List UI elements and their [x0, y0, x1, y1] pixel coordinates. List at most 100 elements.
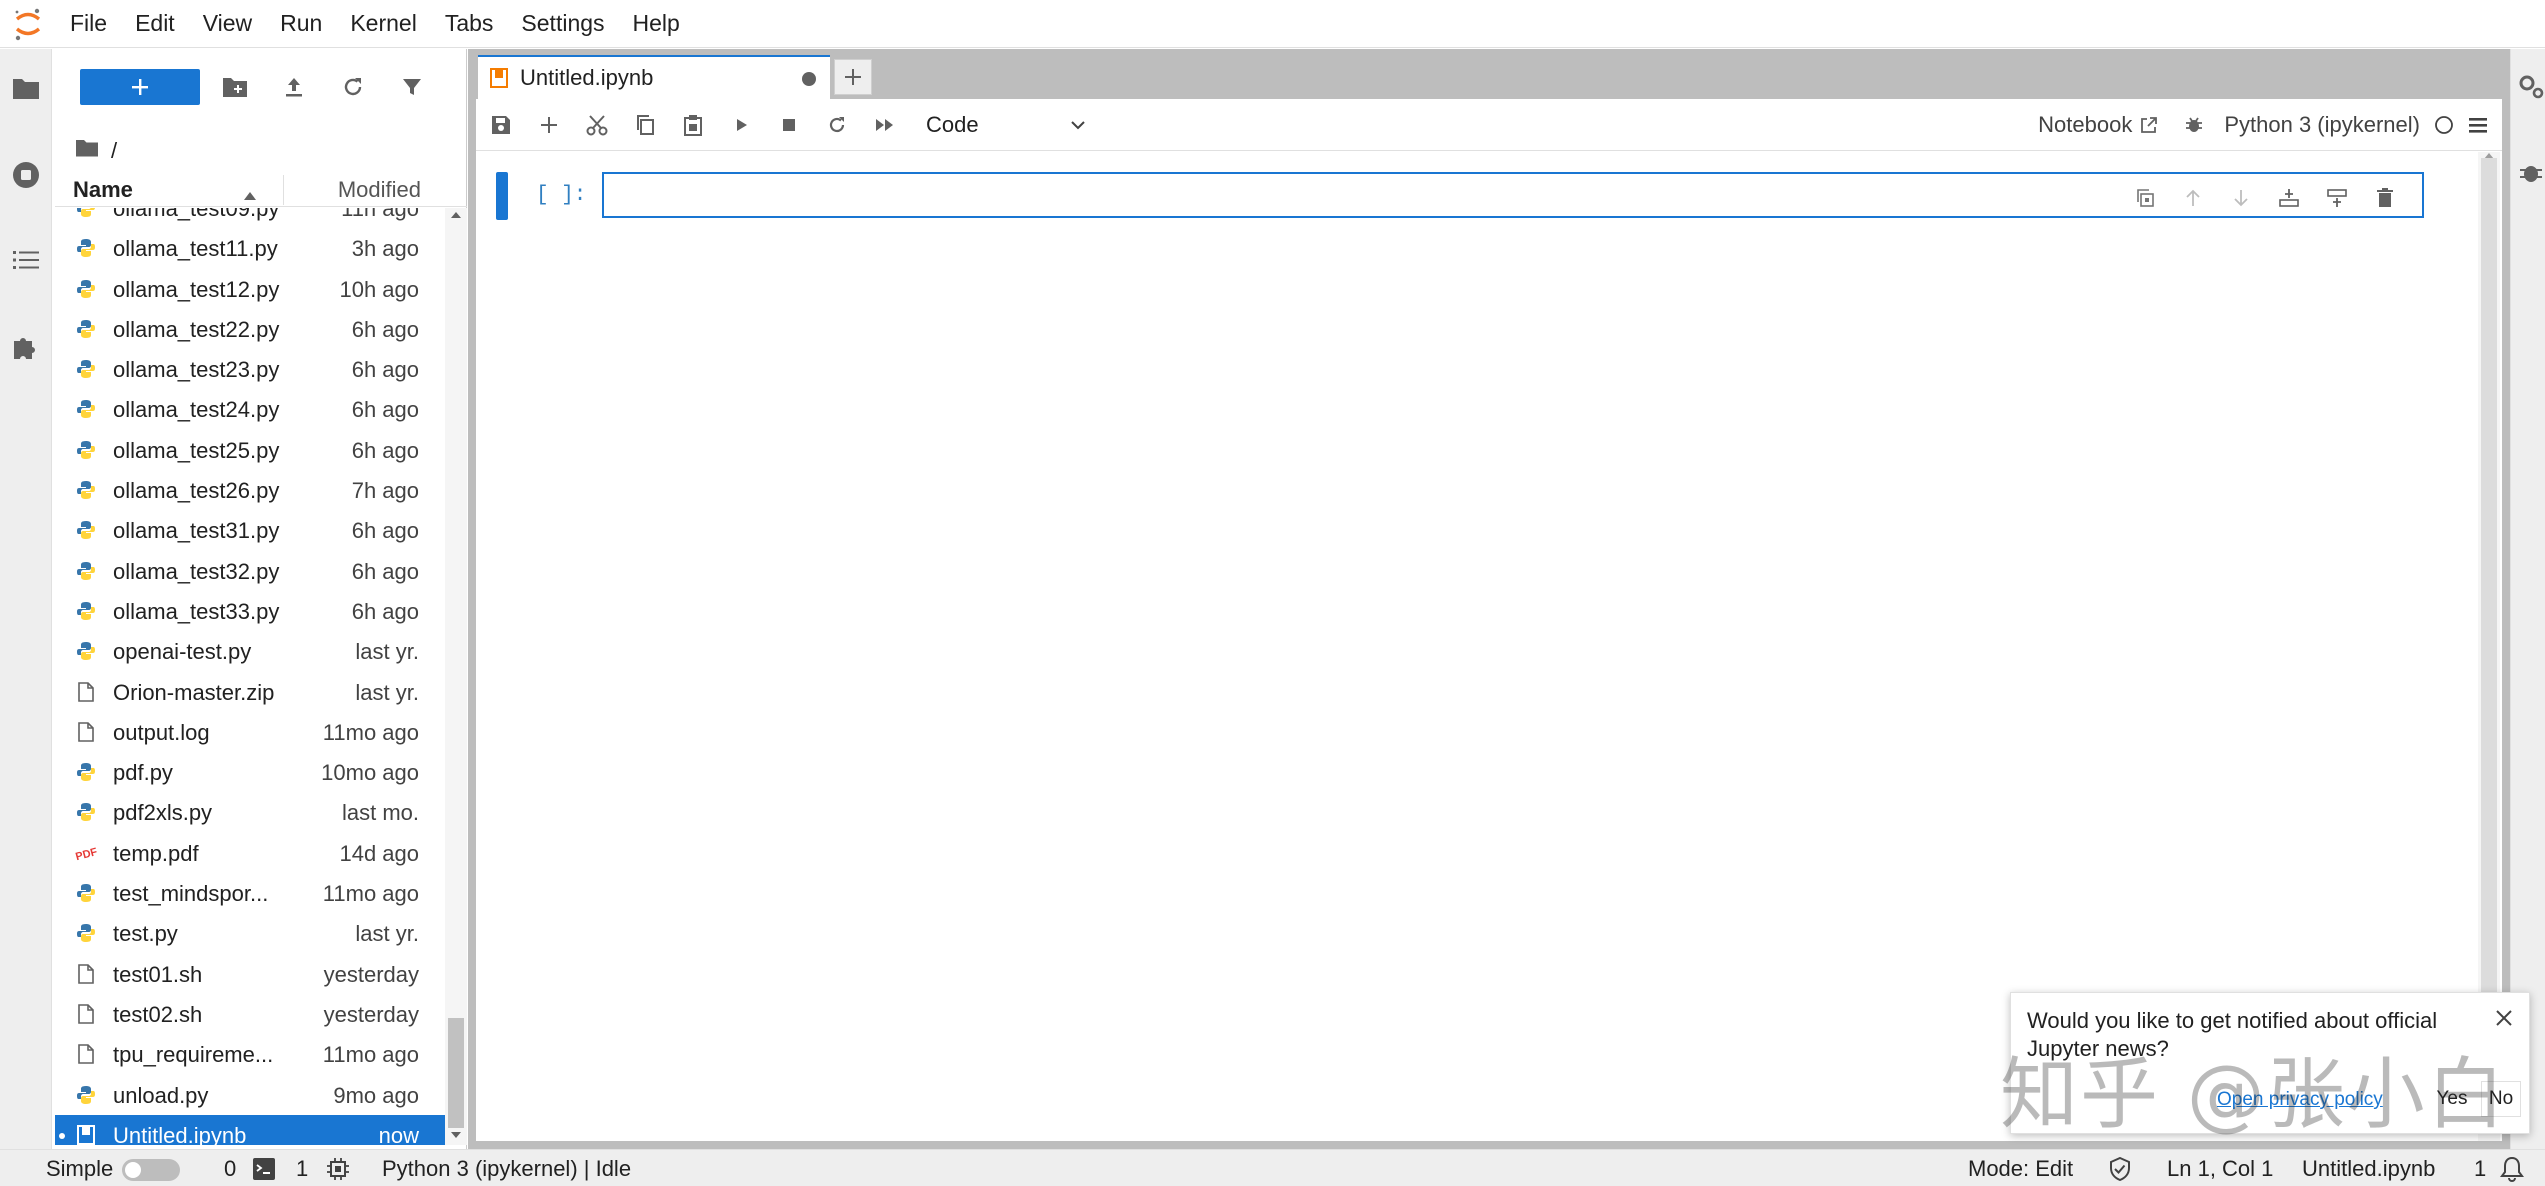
main-dock-area: Untitled.ipynb Code Notebook Python 3 (i…	[468, 49, 2510, 1149]
insert-cell-above-button[interactable]	[2274, 183, 2304, 213]
file-row[interactable]: ollama_test23.py 6h ago	[55, 349, 445, 389]
menu-edit[interactable]: Edit	[121, 0, 189, 48]
column-modified-header[interactable]: Modified	[338, 177, 421, 203]
extension-manager-icon[interactable]	[8, 329, 44, 365]
file-list-scrollbar[interactable]	[445, 208, 467, 1145]
move-cell-down-button[interactable]	[2226, 183, 2256, 213]
simple-mode-toggle[interactable]	[122, 1159, 180, 1181]
upload-button[interactable]	[277, 70, 311, 104]
file-name: test01.sh	[113, 961, 203, 987]
debugger-button[interactable]	[2184, 115, 2204, 135]
file-row[interactable]: pdf2xls.py last mo.	[55, 792, 445, 832]
status-bar: Simple 0 1 Python 3 (ipykernel) | Idle M…	[0, 1149, 2545, 1186]
mode-indicator[interactable]: Mode: Edit	[1968, 1156, 2073, 1182]
breadcrumb-folder-icon[interactable]	[75, 138, 99, 164]
upload-icon	[286, 78, 302, 97]
paste-button[interactable]	[676, 108, 710, 142]
file-list-scroll-thumb[interactable]	[448, 1018, 464, 1128]
menu-run[interactable]: Run	[266, 0, 336, 48]
scroll-up-icon[interactable]	[450, 210, 462, 220]
new-folder-button[interactable]	[218, 70, 252, 104]
table-of-contents-icon[interactable]	[8, 242, 44, 278]
file-row[interactable]: test01.sh yesterday	[55, 954, 445, 994]
new-tab-button[interactable]	[834, 59, 872, 95]
duplicate-cell-button[interactable]	[2130, 183, 2160, 213]
copy-button[interactable]	[628, 108, 662, 142]
restart-kernel-button[interactable]	[820, 108, 854, 142]
refresh-button[interactable]	[336, 70, 370, 104]
running-sessions-icon[interactable]	[8, 157, 44, 193]
file-row[interactable]: ollama_test24.py 6h ago	[55, 389, 445, 429]
unsaved-dot-icon[interactable]	[802, 72, 816, 86]
kernel-name-button[interactable]: Python 3 (ipykernel)	[2224, 112, 2420, 138]
menu-file[interactable]: File	[56, 0, 121, 48]
file-browser: / Name Modified ollama_test09.py 11h ago o…	[53, 49, 467, 1149]
file-row[interactable]: ollama_test09.py 11h ago	[55, 208, 445, 228]
python-file-icon	[75, 318, 97, 340]
delete-cell-button[interactable]	[2370, 183, 2400, 213]
cut-button[interactable]	[580, 108, 614, 142]
restart-run-all-button[interactable]	[868, 108, 902, 142]
file-row[interactable]: ollama_test31.py 6h ago	[55, 510, 445, 550]
breadcrumb-path[interactable]: /	[111, 138, 117, 164]
code-cell[interactable]: [ ]:	[496, 172, 2456, 220]
column-name-header[interactable]: Name	[73, 177, 133, 203]
file-row[interactable]: tpu_requireme... 11mo ago	[55, 1034, 445, 1074]
terminal-count[interactable]: 0	[224, 1156, 236, 1182]
file-modified: 6h ago	[351, 558, 419, 584]
cell-collapser[interactable]	[496, 172, 508, 220]
notebook-scroll-thumb[interactable]	[2481, 158, 2497, 1133]
file-row[interactable]: test_mindspor... 11mo ago	[55, 873, 445, 913]
file-row[interactable]: pdf.py 10mo ago	[55, 752, 445, 792]
menu-view[interactable]: View	[189, 0, 266, 48]
cell-editor[interactable]	[602, 172, 2424, 218]
insert-cell-below-button[interactable]	[2322, 183, 2352, 213]
file-row[interactable]: ollama_test22.py 6h ago	[55, 309, 445, 349]
new-folder-icon	[223, 78, 247, 97]
menu-tabs[interactable]: Tabs	[431, 0, 508, 48]
file-row[interactable]: openai-test.py last yr.	[55, 631, 445, 671]
insert-cell-button[interactable]	[532, 108, 566, 142]
interrupt-kernel-button[interactable]	[772, 108, 806, 142]
property-inspector-icon[interactable]	[2517, 73, 2545, 106]
file-row[interactable]: ollama_test11.py 3h ago	[55, 228, 445, 268]
file-row[interactable]: PDF temp.pdf 14d ago	[55, 833, 445, 873]
folder-icon[interactable]	[8, 70, 44, 106]
file-row[interactable]: test02.sh yesterday	[55, 994, 445, 1034]
filter-button[interactable]	[395, 70, 429, 104]
file-row[interactable]: ollama_test12.py 10h ago	[55, 269, 445, 309]
file-row[interactable]: ollama_test25.py 6h ago	[55, 430, 445, 470]
move-cell-up-button[interactable]	[2178, 183, 2208, 213]
bell-icon[interactable]	[2500, 1156, 2524, 1182]
file-row[interactable]: ollama_test33.py 6h ago	[55, 591, 445, 631]
save-button[interactable]	[484, 108, 518, 142]
run-cell-button[interactable]	[724, 108, 758, 142]
cursor-position[interactable]: Ln 1, Col 1	[2167, 1156, 2273, 1182]
tab-untitled-notebook[interactable]: Untitled.ipynb	[478, 55, 830, 99]
open-in-notebook-button[interactable]: Notebook	[2038, 112, 2158, 138]
file-row[interactable]: Orion-master.zip last yr.	[55, 672, 445, 712]
column-divider[interactable]	[283, 175, 284, 205]
file-row[interactable]: output.log 11mo ago	[55, 712, 445, 752]
debugger-panel-icon[interactable]	[2517, 159, 2545, 192]
file-row[interactable]: test.py last yr.	[55, 913, 445, 953]
menu-hamburger-icon[interactable]	[2468, 116, 2488, 134]
kernel-count[interactable]: 1	[296, 1156, 308, 1182]
file-name: test.py	[113, 921, 178, 947]
trusted-shield-icon[interactable]	[2108, 1157, 2132, 1181]
menu-settings[interactable]: Settings	[507, 0, 618, 48]
kernel-status[interactable]: Python 3 (ipykernel) | Idle	[382, 1156, 631, 1182]
file-name: tpu_requireme...	[113, 1042, 274, 1068]
menu-help[interactable]: Help	[619, 0, 694, 48]
paste-icon	[684, 115, 702, 136]
file-row[interactable]: ollama_test32.py 6h ago	[55, 551, 445, 591]
close-notification-button[interactable]	[2491, 1005, 2517, 1031]
menu-kernel[interactable]: Kernel	[336, 0, 430, 48]
cell-type-select[interactable]: Code	[926, 108, 1086, 142]
new-launcher-button[interactable]	[80, 69, 200, 105]
notification-count[interactable]: 1	[2474, 1156, 2486, 1182]
scroll-down-icon[interactable]	[450, 1130, 462, 1140]
file-row[interactable]: Untitled.ipynb now	[55, 1114, 445, 1145]
file-row[interactable]: unload.py 9mo ago	[55, 1075, 445, 1115]
file-row[interactable]: ollama_test26.py 7h ago	[55, 470, 445, 510]
